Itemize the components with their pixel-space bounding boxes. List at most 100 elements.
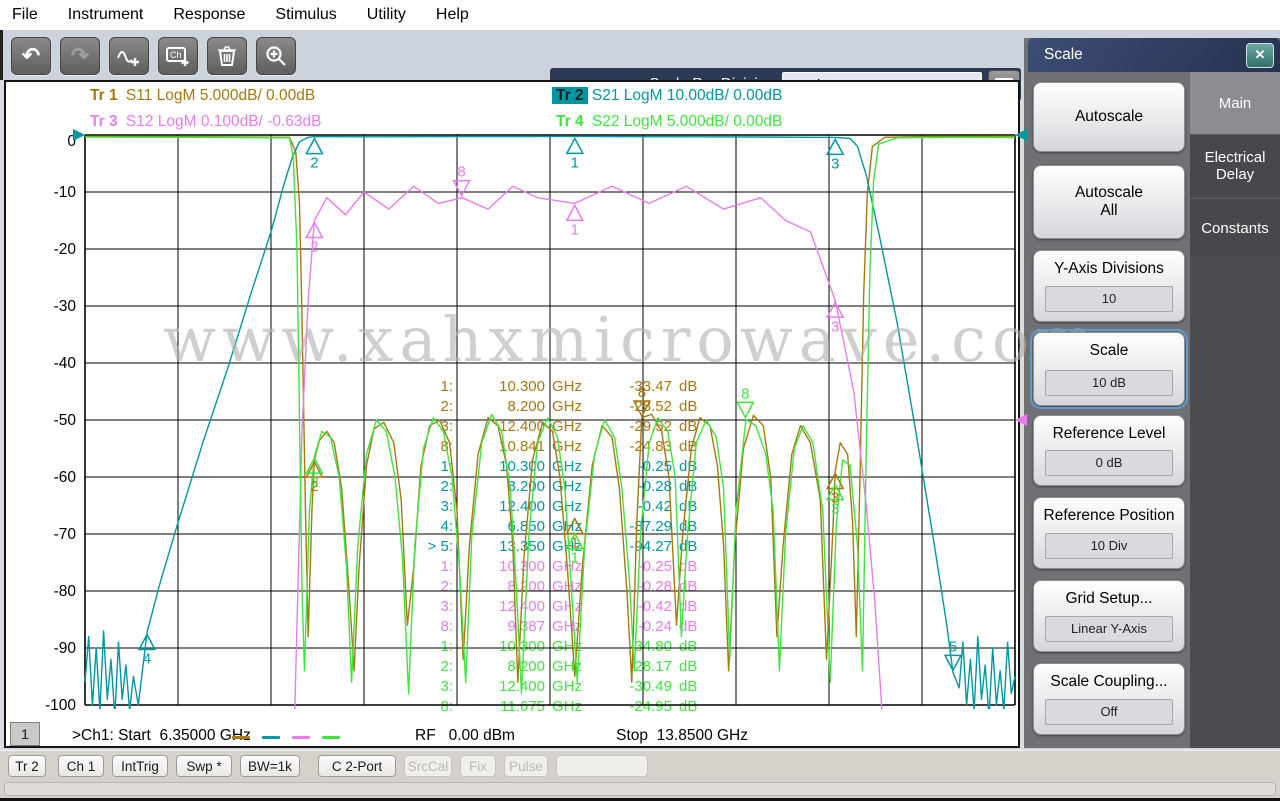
marker-cell: 10.300 bbox=[499, 378, 545, 395]
marker-cell: 8: bbox=[440, 438, 453, 455]
status-button-c-2-port[interactable]: C 2-Port bbox=[318, 755, 396, 777]
marker-cell: dB bbox=[679, 638, 698, 655]
marker-cell: -30.49 bbox=[629, 678, 672, 695]
status-button-inttrig[interactable]: IntTrig bbox=[112, 755, 168, 777]
softkey-label: Autoscale All bbox=[1074, 184, 1144, 219]
marker-cell: -0.42 bbox=[637, 598, 672, 615]
stop-label: Stop bbox=[616, 727, 649, 744]
status-button-swp-[interactable]: Swp * bbox=[176, 755, 232, 777]
rf-label: RF bbox=[415, 727, 436, 744]
add-trace-icon[interactable] bbox=[109, 37, 149, 75]
marker-cell: 10.300 bbox=[499, 558, 545, 575]
marker-cell: 8: bbox=[440, 618, 453, 635]
tab-main[interactable]: Main bbox=[1190, 72, 1280, 134]
marker-cell: -33.47 bbox=[629, 378, 672, 395]
marker-cell: 10.300 bbox=[499, 638, 545, 655]
close-icon[interactable]: ✕ bbox=[1246, 43, 1274, 68]
panel-title: Scale bbox=[1044, 46, 1083, 63]
marker-cell: dB bbox=[679, 438, 698, 455]
trace-label-4[interactable]: Tr 4 S22 LogM 5.000dB/ 0.00dB bbox=[552, 113, 782, 131]
marker-cell: 8.200 bbox=[507, 478, 545, 495]
marker-cell: 3: bbox=[440, 498, 453, 515]
menu-item-file[interactable]: File bbox=[12, 6, 38, 24]
softkey-grid-setup[interactable]: Grid Setup... Linear Y-Axis bbox=[1033, 580, 1185, 652]
delete-trace-icon[interactable] bbox=[207, 37, 247, 75]
marker-cell: -24.83 bbox=[629, 438, 672, 455]
undo-icon[interactable]: ↶ bbox=[11, 37, 51, 75]
marker-cell: -0.25 bbox=[637, 558, 672, 575]
marker-row: 3: 12.400 GHz -0.42 dB bbox=[398, 597, 697, 617]
marker-cell: GHz bbox=[552, 558, 582, 575]
trace-label-1[interactable]: Tr 1 S11 LogM 5.000dB/ 0.00dB bbox=[86, 87, 315, 105]
marker-row: 8: 10.841 GHz -24.83 dB bbox=[398, 437, 697, 457]
marker-cell: 3: bbox=[440, 678, 453, 695]
marker-row: 1: 10.300 GHz -0.25 dB bbox=[398, 557, 697, 577]
marker-cell: 3: bbox=[440, 598, 453, 615]
marker-cell: -0.25 bbox=[637, 458, 672, 475]
trace-id-chip: Tr 3 bbox=[90, 113, 118, 130]
marker-row: 4: 6.850 GHz -87.29 dB bbox=[398, 517, 697, 537]
marker-cell: 12.400 bbox=[499, 598, 545, 615]
status-button-tr-2[interactable]: Tr 2 bbox=[8, 755, 46, 777]
marker-cell: dB bbox=[679, 518, 698, 535]
start-label: >Ch1: Start bbox=[72, 727, 151, 744]
marker-cell: GHz bbox=[552, 518, 582, 535]
new-channel-icon[interactable]: Ch bbox=[158, 37, 198, 75]
marker-cell: -0.28 bbox=[637, 478, 672, 495]
marker-cell: dB bbox=[679, 538, 698, 555]
marker-cell: 12.400 bbox=[499, 678, 545, 695]
marker-cell: 8.200 bbox=[507, 578, 545, 595]
marker-cell: -94.27 bbox=[629, 538, 672, 555]
marker-cell: dB bbox=[679, 418, 698, 435]
status-button-bw-1k[interactable]: BW=1k bbox=[240, 755, 300, 777]
softkey-y-axis-divisions[interactable]: Y-Axis Divisions 10 bbox=[1033, 250, 1185, 322]
trace-label-3[interactable]: Tr 3 S12 LogM 0.100dB/ -0.63dB bbox=[86, 113, 322, 131]
softkey-scale[interactable]: Scale 10 dB bbox=[1030, 329, 1188, 409]
marker-row: 2: 8.200 GHz -28.52 dB bbox=[398, 397, 697, 417]
softkey-value: Off bbox=[1045, 699, 1173, 725]
marker-cell: 10.841 bbox=[499, 438, 545, 455]
softkey-label: Scale bbox=[1089, 342, 1129, 359]
trace-color-legend bbox=[232, 736, 340, 739]
rf-value: 0.00 dBm bbox=[448, 727, 515, 744]
marker-cell: -87.29 bbox=[629, 518, 672, 535]
softkey-label: Y-Axis Divisions bbox=[1054, 260, 1164, 277]
trace-label-2[interactable]: Tr 2 S21 LogM 10.00dB/ 0.00dB bbox=[552, 87, 782, 105]
marker-row: 2: 8.200 GHz -0.28 dB bbox=[398, 577, 697, 597]
marker-cell: 2: bbox=[440, 658, 453, 675]
marker-cell: dB bbox=[679, 578, 698, 595]
marker-cell: GHz bbox=[552, 378, 582, 395]
marker-cell: 8.200 bbox=[507, 398, 545, 415]
menu-item-utility[interactable]: Utility bbox=[367, 6, 406, 24]
menu-item-stimulus[interactable]: Stimulus bbox=[275, 6, 336, 24]
menu-item-help[interactable]: Help bbox=[436, 6, 469, 24]
marker-cell: dB bbox=[679, 558, 698, 575]
softkey-value: 10 dB bbox=[1045, 370, 1173, 396]
softkey-value: 10 bbox=[1045, 286, 1173, 312]
marker-cell: GHz bbox=[552, 598, 582, 615]
marker-cell: -0.24 bbox=[637, 618, 672, 635]
softkey-reference-level[interactable]: Reference Level 0 dB bbox=[1033, 415, 1185, 486]
panel-tab-column: Main Electrical Delay Constants bbox=[1190, 72, 1280, 748]
softkey-autoscale[interactable]: Autoscale bbox=[1033, 82, 1185, 152]
marker-cell: GHz bbox=[552, 498, 582, 515]
marker-cell: -28.52 bbox=[629, 398, 672, 415]
menu-item-response[interactable]: Response bbox=[173, 6, 245, 24]
zoom-icon[interactable] bbox=[256, 37, 296, 75]
marker-cell: GHz bbox=[552, 418, 582, 435]
tab-electrical-delay[interactable]: Electrical Delay bbox=[1190, 134, 1280, 197]
status-button-pulse: Pulse bbox=[504, 755, 548, 777]
menu-item-instrument[interactable]: Instrument bbox=[68, 6, 144, 24]
marker-cell: dB bbox=[679, 378, 698, 395]
marker-cell: 12.400 bbox=[499, 498, 545, 515]
softkey-scale-coupling[interactable]: Scale Coupling... Off bbox=[1033, 663, 1185, 735]
tab-constants[interactable]: Constants bbox=[1190, 198, 1280, 257]
status-button-ch-1[interactable]: Ch 1 bbox=[58, 755, 104, 777]
rf-power-readout: RF 0.00 dBm bbox=[415, 727, 515, 745]
marker-cell: 11.675 bbox=[500, 698, 545, 715]
softkey-label: Grid Setup... bbox=[1065, 590, 1153, 607]
softkey-autoscale-all[interactable]: Autoscale All bbox=[1033, 165, 1185, 239]
softkey-reference-position[interactable]: Reference Position 10 Div bbox=[1033, 497, 1185, 569]
marker-cell: dB bbox=[679, 498, 698, 515]
marker-cell: -24.95 bbox=[629, 698, 672, 715]
